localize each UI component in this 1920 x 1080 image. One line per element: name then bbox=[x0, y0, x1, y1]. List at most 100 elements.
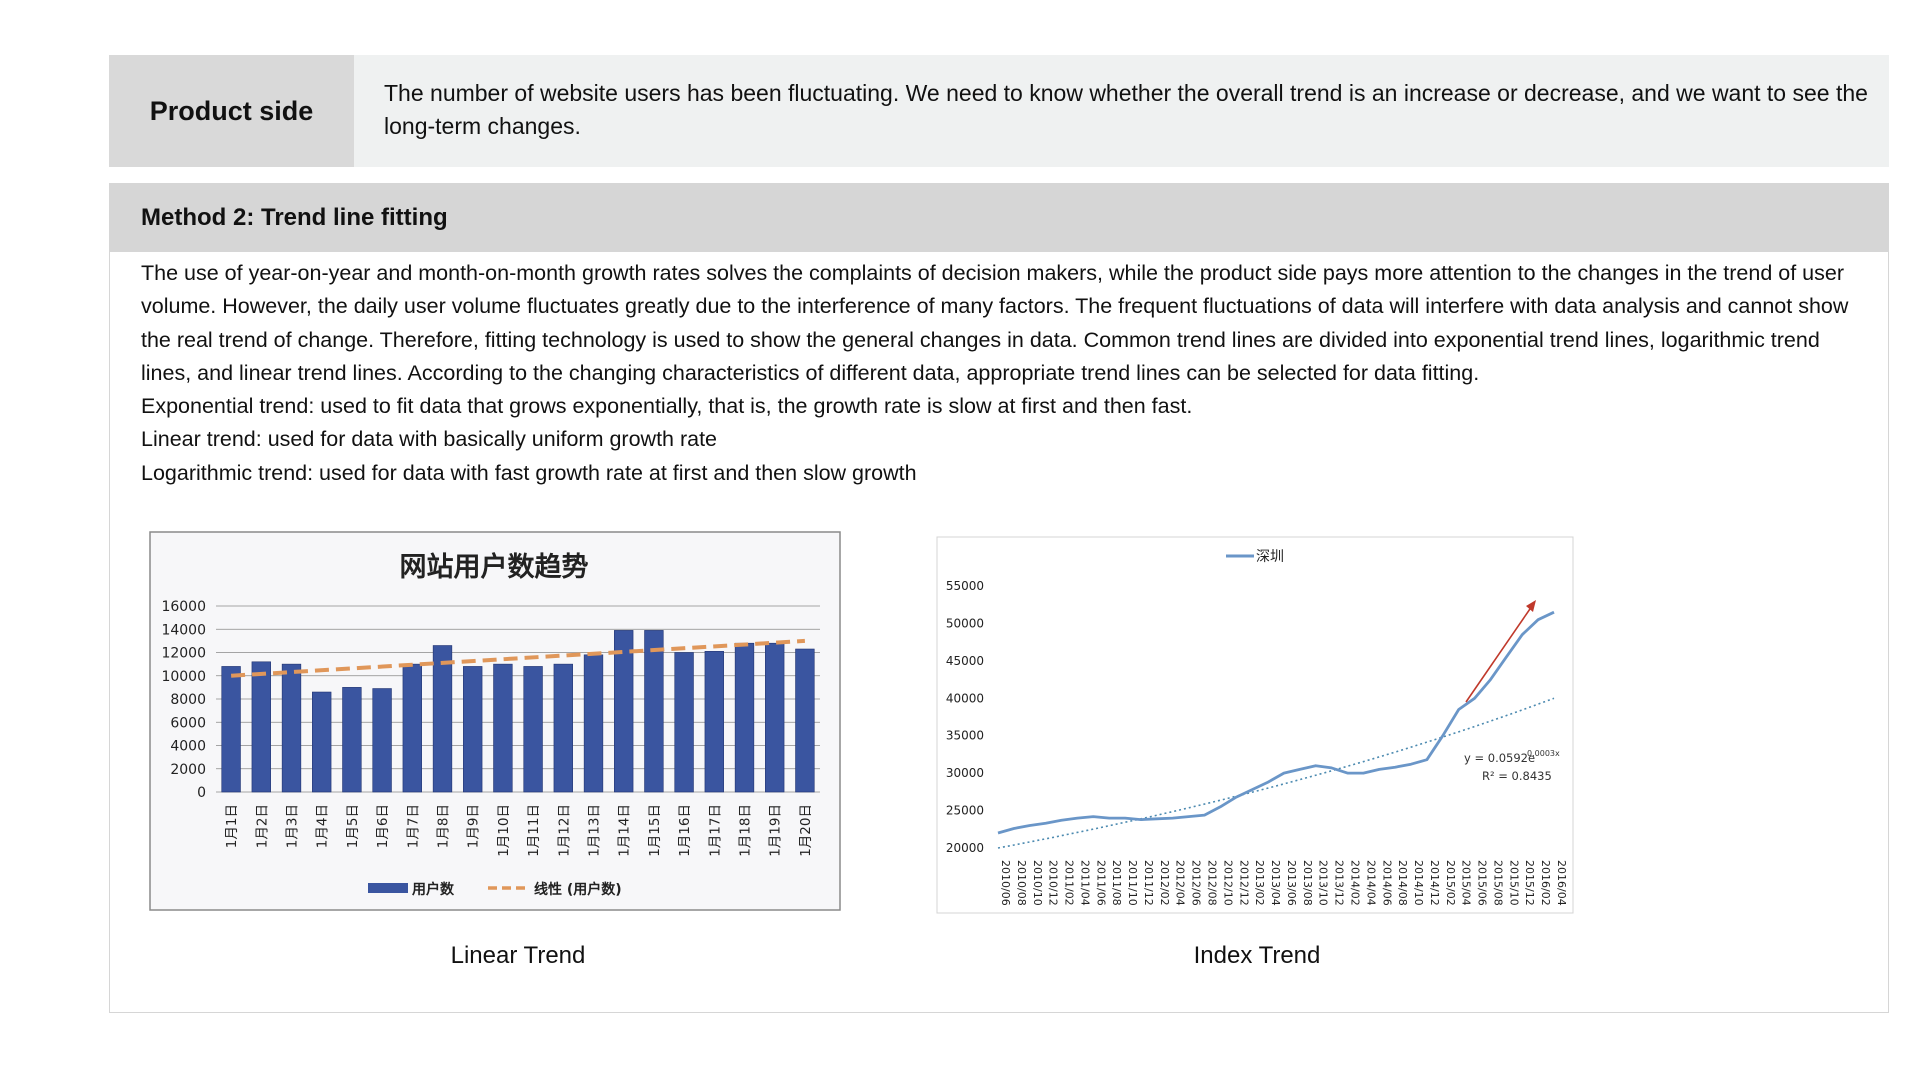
x-tick-label: 1月15日 bbox=[647, 804, 663, 857]
x-tick-label: 2012/10 bbox=[1221, 860, 1234, 906]
bar bbox=[463, 666, 483, 793]
x-tick-label: 2011/08 bbox=[1110, 860, 1123, 906]
bar bbox=[644, 630, 664, 793]
linear-trend-chart: 网站用户数趋势 0 2000 4000 6000 8000 10000 12000 14000 1… bbox=[149, 531, 841, 911]
x-tick-label: 2015/02 bbox=[1444, 860, 1457, 906]
x-tick-label: 1月7日 bbox=[405, 804, 421, 848]
x-tick-label: 1月13日 bbox=[587, 804, 603, 857]
bar bbox=[553, 663, 573, 793]
y-tick-label: 25000 bbox=[946, 804, 984, 818]
y-tick-label: 40000 bbox=[946, 691, 984, 705]
x-tick-label: 1月10日 bbox=[496, 804, 512, 857]
product-side-label: Product side bbox=[109, 55, 354, 167]
x-tick-label: 2011/10 bbox=[1126, 860, 1139, 906]
x-tick-label: 2013/04 bbox=[1269, 860, 1282, 906]
x-tick-label: 2015/04 bbox=[1460, 860, 1473, 906]
x-tick-label: 2010/08 bbox=[1015, 860, 1028, 906]
x-tick-label: 1月5日 bbox=[345, 804, 361, 848]
y-tick-label: 50000 bbox=[946, 616, 984, 630]
y-tick-label: 8000 bbox=[170, 692, 206, 708]
logarithmic-trend-line: Logarithmic trend: used for data with fa… bbox=[141, 460, 917, 485]
bar bbox=[221, 666, 241, 793]
x-tick-label: 1月6日 bbox=[375, 804, 391, 848]
x-tick-label: 2012/02 bbox=[1158, 860, 1171, 906]
x-tick-label: 2014/10 bbox=[1412, 860, 1425, 906]
x-tick-label: 2011/02 bbox=[1063, 860, 1076, 906]
y-tick-label: 10000 bbox=[161, 669, 206, 685]
x-tick-label: 1月4日 bbox=[315, 804, 331, 848]
chart-title: 网站用户数趋势 bbox=[400, 551, 589, 583]
x-tick-label: 2013/12 bbox=[1333, 860, 1346, 906]
x-tick-label: 2015/10 bbox=[1507, 860, 1520, 906]
legend-swatch-bar bbox=[368, 883, 408, 893]
y-tick-label: 0 bbox=[197, 785, 206, 801]
x-tick-label: 2012/04 bbox=[1174, 860, 1187, 906]
index-trend-chart: 20000 25000 30000 35000 40000 45000 50000 55000… bbox=[936, 536, 1574, 914]
x-tick-label: 2016/02 bbox=[1539, 860, 1552, 906]
x-tick-label: 2013/10 bbox=[1317, 860, 1330, 906]
bar bbox=[765, 642, 785, 793]
x-tick-label: 1月18日 bbox=[738, 804, 754, 857]
trend-equation: y = 0.0592e bbox=[1464, 751, 1535, 765]
x-tick-label: 1月17日 bbox=[707, 804, 723, 857]
x-tick-label: 2011/06 bbox=[1094, 860, 1107, 906]
x-tick-label: 2011/04 bbox=[1078, 860, 1091, 906]
x-tick-label: 2013/06 bbox=[1285, 860, 1298, 906]
x-tick-label: 2011/12 bbox=[1142, 860, 1155, 906]
bar bbox=[432, 645, 453, 793]
y-tick-label: 2000 bbox=[170, 762, 206, 778]
y-tick-label: 35000 bbox=[946, 729, 984, 743]
x-tick-label: 2012/06 bbox=[1190, 860, 1203, 906]
x-tick-label: 1月16日 bbox=[677, 804, 693, 857]
x-tick-label: 1月2日 bbox=[254, 804, 270, 848]
x-tick-label: 2015/06 bbox=[1476, 860, 1489, 906]
trend-r-squared: R² = 0.8435 bbox=[1482, 769, 1552, 783]
x-tick-label: 1月12日 bbox=[556, 804, 572, 857]
bar bbox=[583, 654, 604, 793]
bar bbox=[312, 691, 332, 793]
method-paragraph: The use of year-on-year and month-on-mon… bbox=[141, 261, 1849, 385]
bar bbox=[372, 688, 392, 793]
x-tick-label: 1月1日 bbox=[224, 804, 240, 848]
x-tick-label: 1月14日 bbox=[617, 804, 633, 857]
x-tick-label: 1月8日 bbox=[436, 804, 452, 848]
x-tick-label: 2014/02 bbox=[1348, 860, 1361, 906]
y-tick-label: 55000 bbox=[946, 579, 984, 593]
index-trend-caption: Index Trend bbox=[1193, 942, 1321, 969]
x-tick-label: 2014/12 bbox=[1428, 860, 1441, 906]
x-tick-label: 2010/12 bbox=[1047, 860, 1060, 906]
x-tick-label: 2013/08 bbox=[1301, 860, 1314, 906]
x-tick-label: 1月19日 bbox=[768, 804, 784, 857]
y-tick-label: 4000 bbox=[170, 739, 206, 755]
y-tick-label: 12000 bbox=[161, 646, 206, 662]
product-side-description: The number of website users has been flu… bbox=[354, 55, 1889, 167]
y-tick-label: 6000 bbox=[170, 715, 206, 731]
x-tick-label: 2010/06 bbox=[999, 860, 1012, 906]
x-tick-label: 1月11日 bbox=[526, 804, 542, 857]
x-tick-label: 2012/12 bbox=[1237, 860, 1250, 906]
bar bbox=[523, 666, 543, 793]
legend-label-line: 深圳 bbox=[1256, 549, 1284, 565]
linear-trend-caption: Linear Trend bbox=[450, 942, 586, 969]
product-side-row: Product side The number of website users… bbox=[109, 55, 1889, 167]
bar bbox=[281, 663, 302, 793]
x-tick-label: 2010/10 bbox=[1031, 860, 1044, 906]
y-tick-label: 45000 bbox=[946, 654, 984, 668]
exponential-trend-line: Exponential trend: used to fit data that… bbox=[141, 394, 1193, 419]
bar bbox=[704, 651, 724, 793]
y-tick-label: 16000 bbox=[161, 599, 206, 615]
linear-trend-line: Linear trend: used for data with basical… bbox=[141, 427, 718, 452]
bar bbox=[734, 642, 755, 793]
y-tick-label: 20000 bbox=[946, 841, 984, 855]
x-tick-label: 2015/08 bbox=[1491, 860, 1504, 906]
trend-equation-exponent: 0.0003x bbox=[1527, 749, 1560, 758]
x-tick-label: 2013/02 bbox=[1253, 860, 1266, 906]
method-body: The use of year-on-year and month-on-mon… bbox=[110, 252, 1888, 490]
bar bbox=[251, 661, 271, 793]
x-tick-label: 2014/06 bbox=[1380, 860, 1393, 906]
bar bbox=[795, 648, 815, 793]
x-tick-label: 2014/08 bbox=[1396, 860, 1409, 906]
x-tick-label: 1月20日 bbox=[798, 804, 814, 857]
legend-label-trend: 线性 (用户数) bbox=[534, 881, 622, 898]
bar bbox=[493, 663, 513, 793]
